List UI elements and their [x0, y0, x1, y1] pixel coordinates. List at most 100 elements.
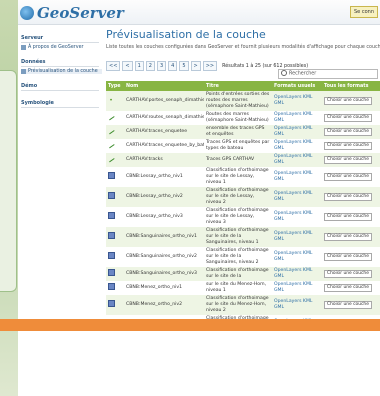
- pager-info: Résultats 1 à 25 (sur 612 possibles): [222, 63, 309, 69]
- all-formats-cell: Choisir une couche: [322, 227, 380, 247]
- layer-preview-icon: [21, 69, 26, 74]
- column-header[interactable]: Tous les formats: [322, 81, 380, 91]
- format-select[interactable]: Choisir une couche: [324, 193, 372, 201]
- login-button[interactable]: Se conn: [350, 6, 378, 18]
- table-row: CBNB:Sanguinaires_ortho_niv1 Classificati…: [106, 227, 380, 247]
- layer-name-link[interactable]: CBNB:Menez_ortho_niv1: [126, 285, 182, 290]
- type-cell: [106, 281, 124, 295]
- logo[interactable]: GeoServer: [20, 4, 124, 22]
- page-title: Prévisualisation de la couche: [106, 28, 266, 41]
- pager-button[interactable]: >: [190, 61, 201, 71]
- format-select[interactable]: Choisir une couche: [324, 253, 372, 261]
- type-cell: [106, 139, 124, 153]
- format-links[interactable]: OpenLayers KML GML: [274, 251, 312, 262]
- pager-button[interactable]: <: [122, 61, 133, 71]
- title-cell: Classification d'orthoimage sur le site …: [204, 167, 272, 187]
- sidebar-item[interactable]: Prévisualisation de la couche: [21, 69, 102, 74]
- sidebar-item[interactable]: À propos de GeoServer: [21, 45, 102, 50]
- format-select[interactable]: Choisir une couche: [324, 173, 372, 181]
- all-formats-cell: Choisir une couche: [322, 187, 380, 207]
- format-select[interactable]: Choisir une couche: [324, 114, 372, 122]
- format-links[interactable]: OpenLayers KML GML: [274, 231, 312, 242]
- format-links[interactable]: OpenLayers KML GML: [274, 299, 312, 310]
- pager-button[interactable]: 1: [134, 61, 144, 71]
- format-links[interactable]: OpenLayers KML GML: [274, 191, 312, 202]
- format-select[interactable]: Choisir une couche: [324, 156, 372, 164]
- layer-name-link[interactable]: CARTHAV:routes_senaph_dimathieu: [126, 115, 204, 120]
- page-description: Liste toutes les couches configurées dan…: [106, 45, 380, 50]
- layer-name-link[interactable]: CARTHAV:traces_enquetee_by_bateau: [126, 143, 204, 148]
- background-pane: [0, 70, 17, 292]
- format-select[interactable]: Choisir une couche: [324, 97, 372, 105]
- table-row: CBNB:Menez_ortho_niv2 Classification d'or…: [106, 295, 380, 315]
- search-input[interactable]: Rechercher: [278, 69, 378, 79]
- title-cell: sur le site du Menez-Hom, niveau 1: [204, 281, 272, 295]
- raster-layer-icon: [108, 212, 115, 219]
- all-formats-cell: Choisir une couche: [322, 295, 380, 315]
- search-icon: [281, 70, 287, 76]
- format-select[interactable]: Choisir une couche: [324, 213, 372, 221]
- layer-name-link[interactable]: CARTHAV:tracks: [126, 157, 163, 162]
- format-select[interactable]: Choisir une couche: [324, 270, 372, 278]
- pager-button[interactable]: <<: [106, 61, 121, 71]
- layer-name-link[interactable]: CBNB:Sanguinaires_ortho_niv1: [126, 234, 197, 239]
- layer-name-link[interactable]: CBNB:Menez_ortho_niv2: [126, 302, 182, 307]
- format-select[interactable]: Choisir une couche: [324, 233, 372, 241]
- layer-name-link[interactable]: CBNB:Lessay_ortho_niv2: [126, 194, 183, 199]
- table-row: • CARTHAV:portes_senaph_dimathieu Points d…: [106, 91, 380, 111]
- column-header[interactable]: Nom: [124, 81, 204, 91]
- layer-name-link[interactable]: CARTHAV:traces_enquetee: [126, 129, 187, 134]
- format-links[interactable]: OpenLayers KML GML: [274, 112, 312, 123]
- format-links[interactable]: OpenLayers KML GML: [274, 282, 312, 293]
- column-header[interactable]: Type: [106, 81, 124, 91]
- table-row: CBNB:Sanguinaires_ortho_niv3 Classificati…: [106, 267, 380, 281]
- format-select[interactable]: Choisir une couche: [324, 128, 372, 136]
- name-cell: CBNB:Sanguinaires_ortho_niv1: [124, 227, 204, 247]
- column-header[interactable]: Formats usuels: [272, 81, 322, 91]
- type-cell: [106, 153, 124, 167]
- format-links[interactable]: OpenLayers KML GML: [274, 154, 312, 165]
- formats-cell: OpenLayers KML GML: [272, 125, 322, 139]
- title-cell: Points d'entrées sorties des routes des …: [204, 91, 272, 111]
- format-links[interactable]: OpenLayers KML GML: [274, 126, 312, 137]
- layer-name-link[interactable]: CBNB:Lessay_ortho_niv3: [126, 214, 183, 219]
- pager-button[interactable]: >>: [202, 61, 218, 71]
- format-links[interactable]: OpenLayers KML GML: [274, 140, 312, 151]
- formats-cell: OpenLayers KML GML: [272, 247, 322, 267]
- main-content: Prévisualisation de la couche Liste tout…: [106, 26, 380, 396]
- geoserver-page: GeoServer Se conn Serveur À propos de Geo…: [18, 0, 380, 396]
- pager-button[interactable]: 4: [168, 61, 178, 71]
- layer-name-link[interactable]: CBNB:Lessay_ortho_niv1: [126, 174, 183, 179]
- title-cell: Traces GPS et enquêtes par types de bate…: [204, 139, 272, 153]
- format-select[interactable]: Choisir une couche: [324, 284, 372, 292]
- pager-button[interactable]: 5: [179, 61, 189, 71]
- layer-name-link[interactable]: CARTHAV:portes_senaph_dimathieu: [126, 98, 204, 103]
- format-select[interactable]: Choisir une couche: [324, 301, 372, 309]
- table-row: CARTHAV:tracks Traces GPS CARTHAV OpenLaye…: [106, 153, 380, 167]
- format-select[interactable]: Choisir une couche: [324, 142, 372, 150]
- formats-cell: OpenLayers KML GML: [272, 267, 322, 281]
- column-header[interactable]: Titre: [204, 81, 272, 91]
- all-formats-cell: Choisir une couche: [322, 125, 380, 139]
- raster-layer-icon: [108, 232, 115, 239]
- sidebar-section: Données Prévisualisation de la couche: [21, 58, 102, 74]
- type-cell: [106, 167, 124, 187]
- sidebar-heading: Démo: [21, 82, 99, 91]
- pager-button[interactable]: 2: [145, 61, 155, 71]
- sidebar-heading: Serveur: [21, 34, 99, 43]
- name-cell: CBNB:Sanguinaires_ortho_niv3: [124, 267, 204, 281]
- layer-name-link[interactable]: CBNB:Sanguinaires_ortho_niv3: [126, 271, 197, 276]
- formats-cell: OpenLayers KML GML: [272, 153, 322, 167]
- sidebar-item-label: À propos de GeoServer: [28, 45, 84, 50]
- format-links[interactable]: OpenLayers KML GML: [274, 211, 312, 222]
- line-layer-icon: [107, 141, 115, 148]
- all-formats-cell: Choisir une couche: [322, 153, 380, 167]
- formats-cell: OpenLayers KML GML: [272, 167, 322, 187]
- format-links[interactable]: OpenLayers KML GML: [274, 268, 312, 279]
- format-links[interactable]: OpenLayers KML GML: [274, 95, 312, 106]
- format-links[interactable]: OpenLayers KML GML: [274, 171, 312, 182]
- type-cell: [106, 111, 124, 125]
- name-cell: CARTHAV:traces_enquetee: [124, 125, 204, 139]
- layer-name-link[interactable]: CBNB:Sanguinaires_ortho_niv2: [126, 254, 197, 259]
- pager-button[interactable]: 3: [156, 61, 167, 71]
